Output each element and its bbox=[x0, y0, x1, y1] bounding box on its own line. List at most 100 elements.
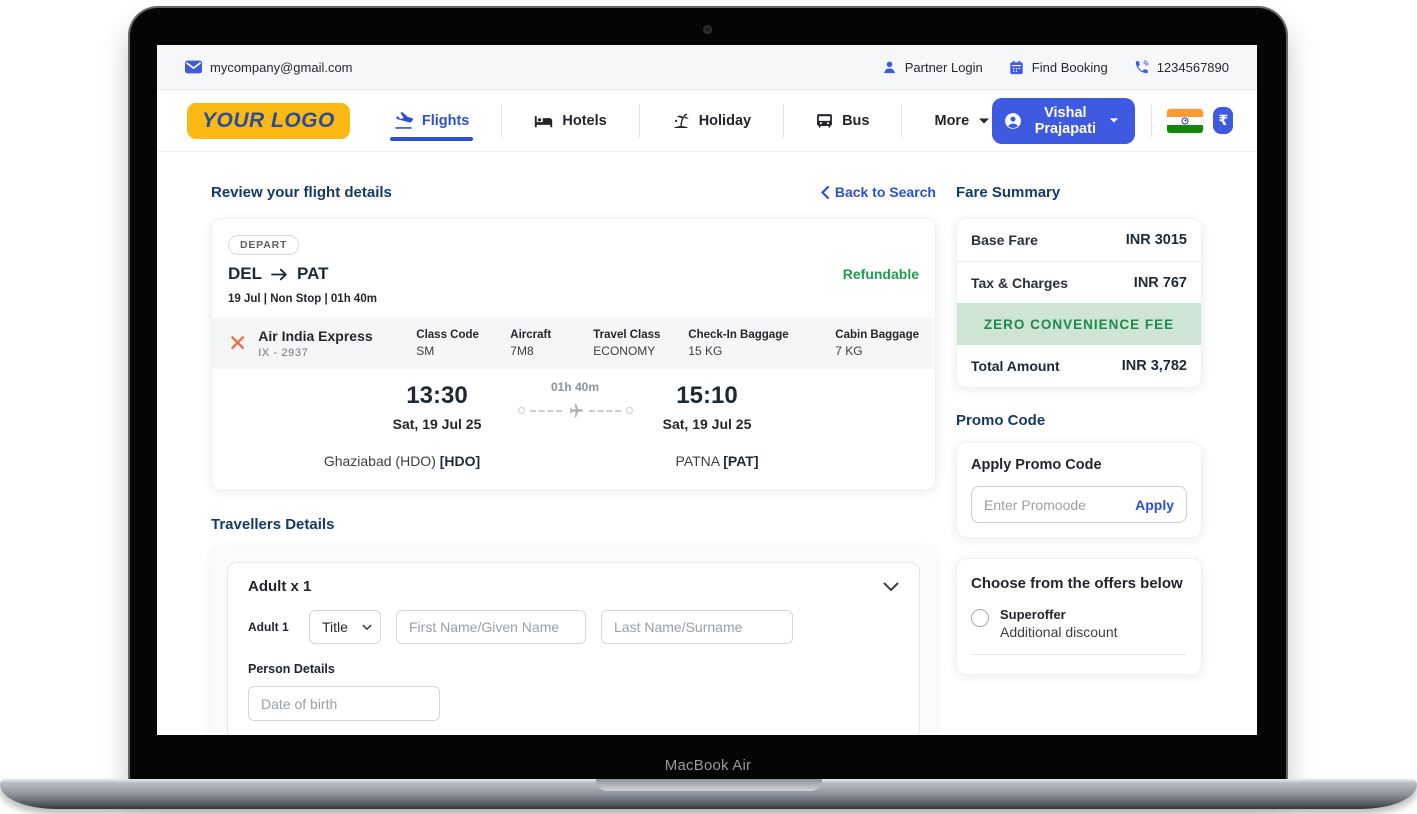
promo-input-group: Apply bbox=[971, 486, 1187, 523]
last-name-input[interactable] bbox=[601, 610, 793, 644]
apply-promo-button[interactable]: Apply bbox=[1135, 497, 1174, 513]
bed-icon bbox=[534, 113, 553, 128]
travellers-card: Adult x 1 Adult 1 Title bbox=[211, 546, 936, 735]
departure-date: Sat, 19 Jul 25 bbox=[362, 416, 512, 432]
cabin-baggage-col: Cabin Baggage 7 KG bbox=[835, 329, 919, 358]
flight-path-graphic bbox=[510, 402, 640, 419]
route: DEL PAT bbox=[228, 264, 328, 284]
departure-time-block: 13:30 Sat, 19 Jul 25 bbox=[362, 382, 512, 432]
fare-summary-title: Fare Summary bbox=[956, 184, 1060, 201]
sidebar-column: Fare Summary Base Fare INR 3015 Tax & Ch… bbox=[956, 182, 1202, 735]
departure-time: 13:30 bbox=[362, 382, 512, 410]
phone-icon bbox=[1134, 60, 1149, 75]
arrival-time: 15:10 bbox=[632, 382, 782, 410]
origin-code: DEL bbox=[228, 264, 262, 284]
depart-badge: DEPART bbox=[228, 235, 299, 255]
flight-times: 13:30 Sat, 19 Jul 25 01h 40m bbox=[212, 369, 935, 489]
first-name-input[interactable] bbox=[396, 610, 586, 644]
checkin-baggage-col: Check-In Baggage 15 KG bbox=[688, 329, 835, 358]
arrival-time-block: 15:10 Sat, 19 Jul 25 bbox=[632, 382, 782, 432]
flights-icon bbox=[394, 112, 413, 129]
utility-bar: mycompany@gmail.com Partner Login Find B… bbox=[157, 45, 1257, 90]
date-of-birth-input[interactable] bbox=[248, 686, 440, 721]
back-to-search-link[interactable]: Back to Search bbox=[821, 184, 936, 200]
tab-hotels[interactable]: Hotels bbox=[532, 103, 608, 139]
arrival-date: Sat, 19 Jul 25 bbox=[632, 416, 782, 432]
fare-summary-card: Base Fare INR 3015 Tax & Charges INR 767… bbox=[956, 218, 1202, 388]
email-text: mycompany@gmail.com bbox=[210, 60, 353, 75]
offers-title: Choose from the offers below bbox=[971, 575, 1187, 592]
apply-promo-title: Apply Promo Code bbox=[971, 457, 1187, 473]
macbook-mockup: mycompany@gmail.com Partner Login Find B… bbox=[0, 0, 1417, 814]
main-column: Review your flight details Back to Searc… bbox=[211, 182, 936, 735]
airline-info-strip: ✕ Air India Express IX - 2937 Class Code… bbox=[212, 318, 935, 369]
tab-more[interactable]: More bbox=[932, 103, 992, 139]
app-screen: mycompany@gmail.com Partner Login Find B… bbox=[157, 45, 1257, 735]
nav-separator bbox=[783, 104, 784, 138]
departure-airport: Ghaziabad (HDO) [HDO] bbox=[292, 453, 512, 469]
chevron-down-icon[interactable] bbox=[883, 582, 899, 592]
adult-row-label: Adult 1 bbox=[248, 620, 294, 634]
duration-block: 01h 40m bbox=[510, 380, 640, 419]
partner-login[interactable]: Partner Login bbox=[882, 60, 983, 75]
support-phone[interactable]: 1234567890 bbox=[1134, 60, 1229, 75]
page-content: Review your flight details Back to Searc… bbox=[157, 152, 1257, 735]
air-india-express-logo: ✕ bbox=[228, 332, 247, 355]
tab-holiday[interactable]: Holiday bbox=[670, 102, 753, 139]
offer-description: Additional discount bbox=[1000, 624, 1118, 640]
macbook-air-label: MacBook Air bbox=[130, 757, 1286, 774]
promo-code-card: Apply Promo Code Apply bbox=[956, 442, 1202, 538]
india-flag-icon[interactable] bbox=[1167, 109, 1203, 133]
chevron-left-icon bbox=[821, 186, 829, 199]
main-navbar: YOUR LOGO Flights Hotels bbox=[157, 90, 1257, 152]
tax-charges-row: Tax & Charges INR 767 bbox=[957, 261, 1201, 303]
person-details-label: Person Details bbox=[248, 662, 899, 676]
bus-icon bbox=[816, 112, 833, 129]
tab-bus[interactable]: Bus bbox=[814, 102, 871, 139]
company-email: mycompany@gmail.com bbox=[185, 60, 353, 75]
flight-details-card: DEPART DEL PAT Refundable 19 Jul bbox=[211, 218, 936, 490]
nav-separator bbox=[901, 104, 902, 138]
airline-name: Air India Express bbox=[258, 328, 372, 344]
adult-accordion: Adult x 1 Adult 1 Title bbox=[227, 562, 920, 735]
class-code-col: Class Code SM bbox=[416, 329, 510, 358]
offer-divider bbox=[971, 654, 1187, 664]
tab-flights[interactable]: Flights bbox=[392, 102, 472, 139]
aircraft-col: Aircraft 7M8 bbox=[510, 329, 593, 358]
arrow-right-icon bbox=[271, 268, 288, 281]
arrival-airport: PATNA [PAT] bbox=[607, 453, 827, 469]
base-fare-row: Base Fare INR 3015 bbox=[957, 219, 1201, 261]
nav-tabs: Flights Hotels Holiday bbox=[392, 102, 992, 139]
travel-class-col: Travel Class ECONOMY bbox=[593, 329, 688, 358]
nav-separator bbox=[639, 104, 640, 138]
nav-separator bbox=[1151, 105, 1152, 137]
user-account-button[interactable]: Vishal Prajapati bbox=[992, 98, 1134, 144]
person-icon bbox=[882, 60, 897, 75]
find-booking[interactable]: Find Booking bbox=[1009, 60, 1108, 75]
superoffer-row: Superoffer Additional discount bbox=[971, 607, 1187, 640]
mail-icon bbox=[185, 60, 202, 74]
superoffer-radio[interactable] bbox=[971, 609, 989, 627]
currency-rupee-button[interactable]: ₹ bbox=[1213, 107, 1233, 134]
webcam-dot bbox=[703, 25, 712, 34]
duration-label: 01h 40m bbox=[510, 380, 640, 394]
laptop-base-notch bbox=[596, 779, 822, 791]
chevron-down-icon bbox=[1109, 117, 1119, 124]
flight-number: IX - 2937 bbox=[258, 347, 372, 359]
zero-convenience-fee-banner: ZERO CONVENIENCE FEE bbox=[957, 303, 1201, 345]
total-amount-row: Total Amount INR 3,782 bbox=[957, 345, 1201, 387]
promo-code-input[interactable] bbox=[984, 497, 1127, 513]
promo-code-title: Promo Code bbox=[956, 412, 1202, 429]
chevron-down-icon bbox=[978, 117, 990, 125]
brand-logo[interactable]: YOUR LOGO bbox=[187, 103, 350, 139]
travellers-details-title: Travellers Details bbox=[211, 516, 936, 533]
calendar-icon bbox=[1009, 60, 1024, 75]
offers-card: Choose from the offers below Superoffer … bbox=[956, 558, 1202, 675]
flight-meta: 19 Jul | Non Stop | 01h 40m bbox=[228, 293, 919, 305]
adult-group-label: Adult x 1 bbox=[248, 578, 311, 595]
nav-separator bbox=[501, 104, 502, 138]
page-title: Review your flight details bbox=[211, 184, 392, 201]
ashoka-chakra bbox=[1182, 117, 1189, 124]
plane-icon bbox=[567, 402, 584, 419]
title-select[interactable]: Title bbox=[309, 610, 381, 644]
